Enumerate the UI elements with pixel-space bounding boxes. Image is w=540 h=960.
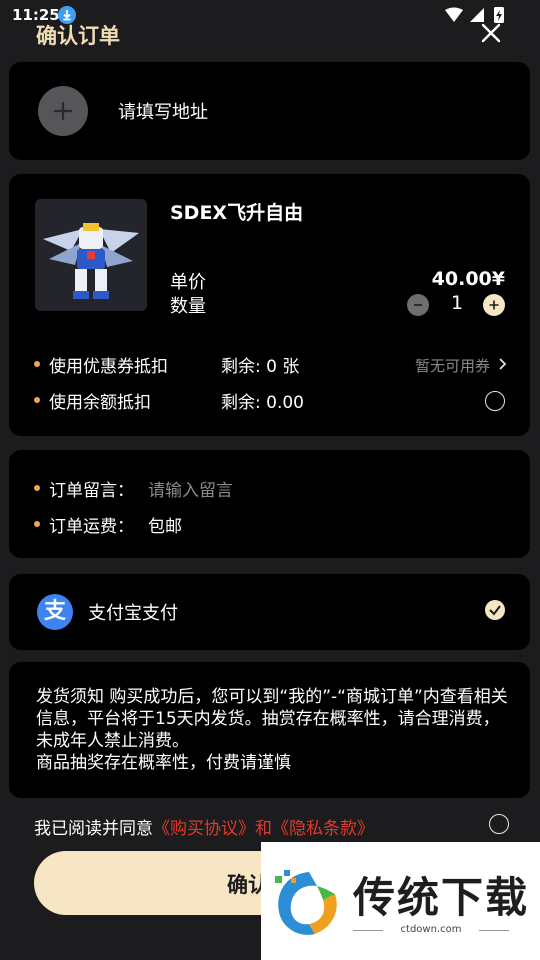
quantity-stepper: 1 (407, 292, 507, 317)
address-card[interactable]: 请填写地址 (9, 62, 530, 160)
product-image (35, 199, 147, 311)
balance-deduct-label: 使用余额抵扣 (49, 393, 151, 413)
purchase-agreement-link[interactable]: 《购买协议》 (153, 819, 255, 839)
coupon-status: 暂无可用券 (415, 357, 491, 375)
order-message-input[interactable]: 请输入留言 (148, 476, 233, 501)
shipping-fee-value: 包邮 (148, 517, 182, 537)
bullet-dot (34, 361, 40, 367)
payment-method-card[interactable]: 支 支付宝支付 (9, 574, 530, 650)
page-title: 确认订单 (36, 24, 120, 48)
coupon-remaining: 剩余: 0 张 (221, 357, 300, 377)
balance-remaining: 剩余: 0.00 (221, 393, 304, 413)
unit-price-label: 单价 (170, 272, 206, 293)
coupon-selector[interactable]: 暂无可用券 (409, 354, 509, 376)
shipping-notice-card: 发货须知 购买成功后，您可以到“我的”-“商城订单”内查看相关信息，平台将于15… (9, 662, 530, 798)
bullet-dot (34, 485, 40, 491)
selected-check-icon[interactable] (485, 600, 505, 620)
notice-paragraph: 商品抽奖存在概率性，付费请谨慎 (36, 753, 291, 773)
notice-paragraph: 发货须知 购买成功后，您可以到“我的”-“商城订单”内查看相关信息，平台将于15… (36, 687, 508, 751)
watermark-divider (479, 930, 509, 931)
shipping-notice-text: 发货须知 购买成功后，您可以到“我的”-“商城订单”内查看相关信息，平台将于15… (36, 686, 512, 774)
order-message-label: 订单留言： (49, 481, 134, 501)
watermark-logo-icon (275, 870, 337, 935)
balance-deduct-radio[interactable] (485, 391, 505, 411)
quantity-value: 1 (450, 292, 464, 314)
increase-quantity-button[interactable] (483, 294, 505, 316)
add-address-icon[interactable] (38, 86, 88, 136)
agreement-prefix: 我已阅读并同意 (34, 819, 153, 839)
address-prompt: 请填写地址 (118, 102, 208, 123)
unit-price-value: 40.00¥ (431, 268, 505, 290)
alipay-icon: 支 (37, 594, 73, 630)
order-info-card: 订单留言： 请输入留言 订单运费： 包邮 (9, 450, 530, 558)
product-name: SDEX飞升自由 (170, 202, 304, 224)
product-card: SDEX飞升自由 单价 40.00¥ 数量 1 使用优惠券抵扣 剩余: 0 张 … (9, 174, 530, 436)
quantity-label: 数量 (170, 296, 206, 317)
bullet-dot (34, 521, 40, 527)
watermark-brand: 传统下载 (353, 873, 530, 922)
close-icon[interactable] (478, 20, 504, 46)
privacy-terms-link[interactable]: 《隐私条款》 (272, 819, 374, 839)
bullet-dot (34, 397, 40, 403)
agreement-and: 和 (255, 819, 272, 839)
chevron-right-icon (497, 356, 507, 376)
coupon-deduct-label: 使用优惠券抵扣 (49, 357, 168, 377)
shipping-fee-label: 订单运费： (49, 517, 134, 537)
watermark: 传统下载 ctdown.com (261, 842, 540, 960)
page-header: 确认订单 (0, 14, 540, 54)
payment-method-label: 支付宝支付 (88, 603, 178, 624)
decrease-quantity-button[interactable] (407, 294, 429, 316)
agreement-text: 我已阅读并同意《购买协议》和《隐私条款》 (34, 814, 374, 839)
agreement-radio[interactable] (489, 814, 509, 834)
